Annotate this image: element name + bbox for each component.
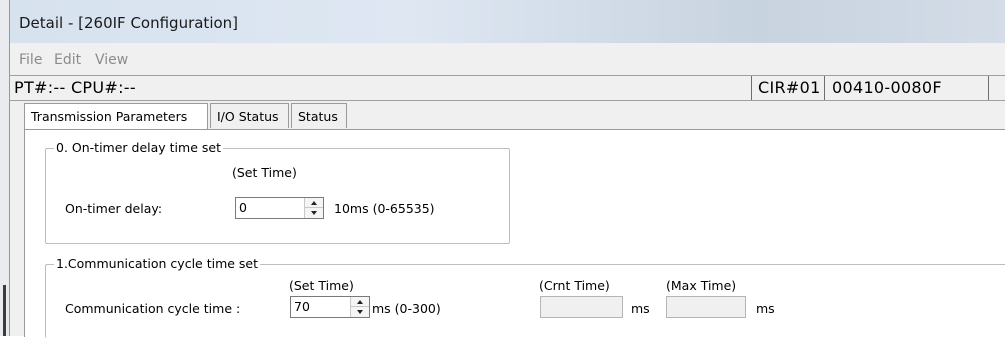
- max-time-header: (Max Time): [666, 278, 737, 293]
- communication-cycle-group: 1.Communication cycle time set (Set Time…: [45, 256, 1005, 338]
- on-timer-delay-legend: 0. On-timer delay time set: [54, 140, 223, 156]
- on-timer-delay-value[interactable]: 0: [239, 199, 247, 217]
- communication-cycle-value[interactable]: 70: [294, 298, 310, 316]
- max-time-field: [666, 296, 746, 318]
- communication-cycle-unit: ms (0-300): [372, 301, 441, 316]
- arrow-up-icon: [357, 300, 363, 304]
- crnt-time-header: (Crnt Time): [539, 278, 610, 293]
- spin-up-button[interactable]: [351, 297, 369, 307]
- communication-cycle-legend: 1.Communication cycle time set: [54, 256, 261, 272]
- arrow-down-icon: [311, 211, 317, 215]
- background-window-edge: [0, 0, 9, 336]
- status-separator: [751, 76, 752, 100]
- status-line: PT#:-- CPU#:-- CIR#01 00410-0080F: [10, 75, 1005, 101]
- menu-bar: File Edit View: [10, 48, 1005, 72]
- title-bar[interactable]: Detail - [260IF Configuration]: [10, 0, 1005, 43]
- spin-buttons: [350, 297, 369, 317]
- current-time-unit: ms: [631, 301, 650, 316]
- window-title: Detail - [260IF Configuration]: [19, 14, 239, 32]
- on-timer-delay-group: 0. On-timer delay time set (Set Time) On…: [45, 140, 510, 244]
- spin-down-button[interactable]: [305, 208, 323, 218]
- on-timer-delay-unit: 10ms (0-65535): [334, 201, 435, 216]
- max-time-unit: ms: [756, 301, 775, 316]
- background-window-edge-dark: [3, 285, 6, 336]
- on-timer-delay-spinbox[interactable]: 0: [235, 197, 324, 219]
- tab-transmission-parameters[interactable]: Transmission Parameters: [24, 103, 208, 130]
- set-time-header: (Set Time): [289, 278, 354, 293]
- communication-cycle-label: Communication cycle time :: [65, 301, 241, 316]
- menu-edit[interactable]: Edit: [54, 52, 81, 68]
- on-timer-delay-label: On-timer delay:: [65, 201, 163, 216]
- arrow-up-icon: [311, 201, 317, 205]
- spin-down-button[interactable]: [351, 307, 369, 317]
- current-time-field: [540, 296, 623, 318]
- spin-up-button[interactable]: [305, 198, 323, 208]
- transmission-parameters-panel: 0. On-timer delay time set (Set Time) On…: [24, 129, 1005, 338]
- model-status: 00410-0080F: [832, 78, 942, 97]
- pt-cpu-status: PT#:-- CPU#:--: [14, 78, 136, 97]
- spin-buttons: [304, 198, 323, 218]
- tab-status[interactable]: Status: [291, 103, 347, 128]
- status-separator: [824, 76, 825, 100]
- arrow-down-icon: [357, 310, 363, 314]
- communication-cycle-spinbox[interactable]: 70: [290, 296, 370, 318]
- status-separator: [988, 76, 989, 100]
- detail-window: Detail - [260IF Configuration] File Edit…: [9, 0, 1005, 338]
- tab-io-status[interactable]: I/O Status: [210, 103, 289, 128]
- menu-file[interactable]: File: [19, 52, 42, 68]
- menu-view[interactable]: View: [95, 52, 128, 68]
- set-time-header: (Set Time): [232, 165, 297, 180]
- cir-status: CIR#01: [758, 78, 821, 97]
